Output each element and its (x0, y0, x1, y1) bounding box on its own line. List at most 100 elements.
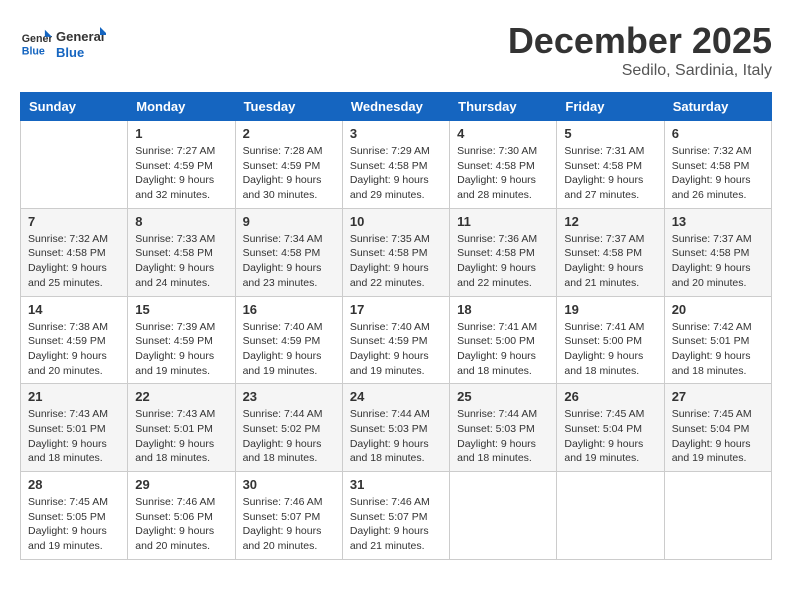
day-cell: 23 Sunrise: 7:44 AM Sunset: 5:02 PM Dayli… (235, 384, 342, 472)
column-header-friday: Friday (557, 93, 664, 121)
day-number: 8 (135, 214, 227, 229)
day-info: Sunrise: 7:29 AM Sunset: 4:58 PM Dayligh… (350, 144, 442, 203)
day-number: 27 (672, 389, 764, 404)
day-cell: 24 Sunrise: 7:44 AM Sunset: 5:03 PM Dayli… (342, 384, 449, 472)
day-info: Sunrise: 7:31 AM Sunset: 4:58 PM Dayligh… (564, 144, 656, 203)
day-cell: 14 Sunrise: 7:38 AM Sunset: 4:59 PM Dayli… (21, 296, 128, 384)
day-info: Sunrise: 7:44 AM Sunset: 5:02 PM Dayligh… (243, 407, 335, 466)
calendar-table: SundayMondayTuesdayWednesdayThursdayFrid… (20, 92, 772, 560)
week-row-4: 21Sunrise: 7:43 AM Sunset: 5:01 PM Dayli… (21, 384, 772, 472)
day-number: 26 (564, 389, 656, 404)
day-number: 18 (457, 302, 549, 317)
day-cell (557, 472, 664, 560)
day-info: Sunrise: 7:27 AM Sunset: 4:59 PM Dayligh… (135, 144, 227, 203)
day-cell: 20 Sunrise: 7:42 AM Sunset: 5:01 PM Dayli… (664, 296, 771, 384)
day-info: Sunrise: 7:45 AM Sunset: 5:04 PM Dayligh… (672, 407, 764, 466)
day-cell: 7Sunrise: 7:32 AM Sunset: 4:58 PM Daylig… (21, 208, 128, 296)
day-number: 30 (243, 477, 335, 492)
day-number: 12 (564, 214, 656, 229)
day-number: 6 (672, 126, 764, 141)
day-cell (450, 472, 557, 560)
day-info: Sunrise: 7:40 AM Sunset: 4:59 PM Dayligh… (243, 320, 335, 379)
day-number: 4 (457, 126, 549, 141)
day-info: Sunrise: 7:36 AM Sunset: 4:58 PM Dayligh… (457, 232, 549, 291)
day-cell: 4 Sunrise: 7:30 AM Sunset: 4:58 PM Daylig… (450, 121, 557, 209)
day-info: Sunrise: 7:41 AM Sunset: 5:00 PM Dayligh… (457, 320, 549, 379)
title-block: December 2025 Sedilo, Sardinia, Italy (508, 20, 772, 80)
day-cell (664, 472, 771, 560)
day-cell: 1 Sunrise: 7:27 AM Sunset: 4:59 PM Daylig… (128, 121, 235, 209)
day-number: 5 (564, 126, 656, 141)
day-number: 17 (350, 302, 442, 317)
day-info: Sunrise: 7:37 AM Sunset: 4:58 PM Dayligh… (672, 232, 764, 291)
day-cell: 15Sunrise: 7:39 AM Sunset: 4:59 PM Dayli… (128, 296, 235, 384)
column-header-monday: Monday (128, 93, 235, 121)
day-info: Sunrise: 7:28 AM Sunset: 4:59 PM Dayligh… (243, 144, 335, 203)
day-info: Sunrise: 7:46 AM Sunset: 5:07 PM Dayligh… (350, 495, 442, 554)
week-row-1: 1 Sunrise: 7:27 AM Sunset: 4:59 PM Daylig… (21, 121, 772, 209)
day-info: Sunrise: 7:33 AM Sunset: 4:58 PM Dayligh… (135, 232, 227, 291)
day-cell: 13 Sunrise: 7:37 AM Sunset: 4:58 PM Dayli… (664, 208, 771, 296)
week-row-3: 14 Sunrise: 7:38 AM Sunset: 4:59 PM Dayli… (21, 296, 772, 384)
day-number: 16 (243, 302, 335, 317)
day-info: Sunrise: 7:30 AM Sunset: 4:58 PM Dayligh… (457, 144, 549, 203)
week-row-2: 7Sunrise: 7:32 AM Sunset: 4:58 PM Daylig… (21, 208, 772, 296)
day-cell: 25Sunrise: 7:44 AM Sunset: 5:03 PM Dayli… (450, 384, 557, 472)
day-cell: 10 Sunrise: 7:35 AM Sunset: 4:58 PM Dayli… (342, 208, 449, 296)
day-number: 20 (672, 302, 764, 317)
day-number: 13 (672, 214, 764, 229)
svg-text:Blue: Blue (56, 45, 84, 60)
week-row-5: 28 Sunrise: 7:45 AM Sunset: 5:05 PM Dayli… (21, 472, 772, 560)
day-info: Sunrise: 7:40 AM Sunset: 4:59 PM Dayligh… (350, 320, 442, 379)
day-number: 1 (135, 126, 227, 141)
page-header: General Blue General Blue December 2025 … (20, 20, 772, 80)
day-number: 19 (564, 302, 656, 317)
day-cell: 28 Sunrise: 7:45 AM Sunset: 5:05 PM Dayli… (21, 472, 128, 560)
day-info: Sunrise: 7:42 AM Sunset: 5:01 PM Dayligh… (672, 320, 764, 379)
day-cell: 2 Sunrise: 7:28 AM Sunset: 4:59 PM Daylig… (235, 121, 342, 209)
day-info: Sunrise: 7:44 AM Sunset: 5:03 PM Dayligh… (350, 407, 442, 466)
day-info: Sunrise: 7:44 AM Sunset: 5:03 PM Dayligh… (457, 407, 549, 466)
day-info: Sunrise: 7:43 AM Sunset: 5:01 PM Dayligh… (135, 407, 227, 466)
day-number: 23 (243, 389, 335, 404)
day-info: Sunrise: 7:41 AM Sunset: 5:00 PM Dayligh… (564, 320, 656, 379)
day-number: 14 (28, 302, 120, 317)
day-cell: 12 Sunrise: 7:37 AM Sunset: 4:58 PM Dayli… (557, 208, 664, 296)
day-cell: 3 Sunrise: 7:29 AM Sunset: 4:58 PM Daylig… (342, 121, 449, 209)
day-number: 28 (28, 477, 120, 492)
day-cell: 5 Sunrise: 7:31 AM Sunset: 4:58 PM Daylig… (557, 121, 664, 209)
day-cell: 6Sunrise: 7:32 AM Sunset: 4:58 PM Daylig… (664, 121, 771, 209)
day-info: Sunrise: 7:46 AM Sunset: 5:06 PM Dayligh… (135, 495, 227, 554)
day-number: 9 (243, 214, 335, 229)
day-number: 29 (135, 477, 227, 492)
day-cell: 8 Sunrise: 7:33 AM Sunset: 4:58 PM Daylig… (128, 208, 235, 296)
column-header-wednesday: Wednesday (342, 93, 449, 121)
day-cell: 29 Sunrise: 7:46 AM Sunset: 5:06 PM Dayli… (128, 472, 235, 560)
day-cell: 11Sunrise: 7:36 AM Sunset: 4:58 PM Dayli… (450, 208, 557, 296)
day-cell: 9Sunrise: 7:34 AM Sunset: 4:58 PM Daylig… (235, 208, 342, 296)
day-number: 10 (350, 214, 442, 229)
svg-text:General: General (56, 29, 104, 44)
day-info: Sunrise: 7:38 AM Sunset: 4:59 PM Dayligh… (28, 320, 120, 379)
day-cell: 26 Sunrise: 7:45 AM Sunset: 5:04 PM Dayli… (557, 384, 664, 472)
logo: General Blue General Blue (20, 20, 106, 63)
day-number: 24 (350, 389, 442, 404)
day-cell (21, 121, 128, 209)
day-info: Sunrise: 7:45 AM Sunset: 5:05 PM Dayligh… (28, 495, 120, 554)
day-info: Sunrise: 7:37 AM Sunset: 4:58 PM Dayligh… (564, 232, 656, 291)
day-info: Sunrise: 7:35 AM Sunset: 4:58 PM Dayligh… (350, 232, 442, 291)
day-cell: 31 Sunrise: 7:46 AM Sunset: 5:07 PM Dayli… (342, 472, 449, 560)
day-number: 3 (350, 126, 442, 141)
column-header-thursday: Thursday (450, 93, 557, 121)
day-cell: 27 Sunrise: 7:45 AM Sunset: 5:04 PM Dayli… (664, 384, 771, 472)
logo-svg: General Blue (56, 25, 106, 63)
column-header-sunday: Sunday (21, 93, 128, 121)
day-number: 22 (135, 389, 227, 404)
day-cell: 22 Sunrise: 7:43 AM Sunset: 5:01 PM Dayli… (128, 384, 235, 472)
day-number: 31 (350, 477, 442, 492)
calendar-header-row: SundayMondayTuesdayWednesdayThursdayFrid… (21, 93, 772, 121)
day-number: 2 (243, 126, 335, 141)
day-info: Sunrise: 7:46 AM Sunset: 5:07 PM Dayligh… (243, 495, 335, 554)
day-number: 7 (28, 214, 120, 229)
day-info: Sunrise: 7:45 AM Sunset: 5:04 PM Dayligh… (564, 407, 656, 466)
